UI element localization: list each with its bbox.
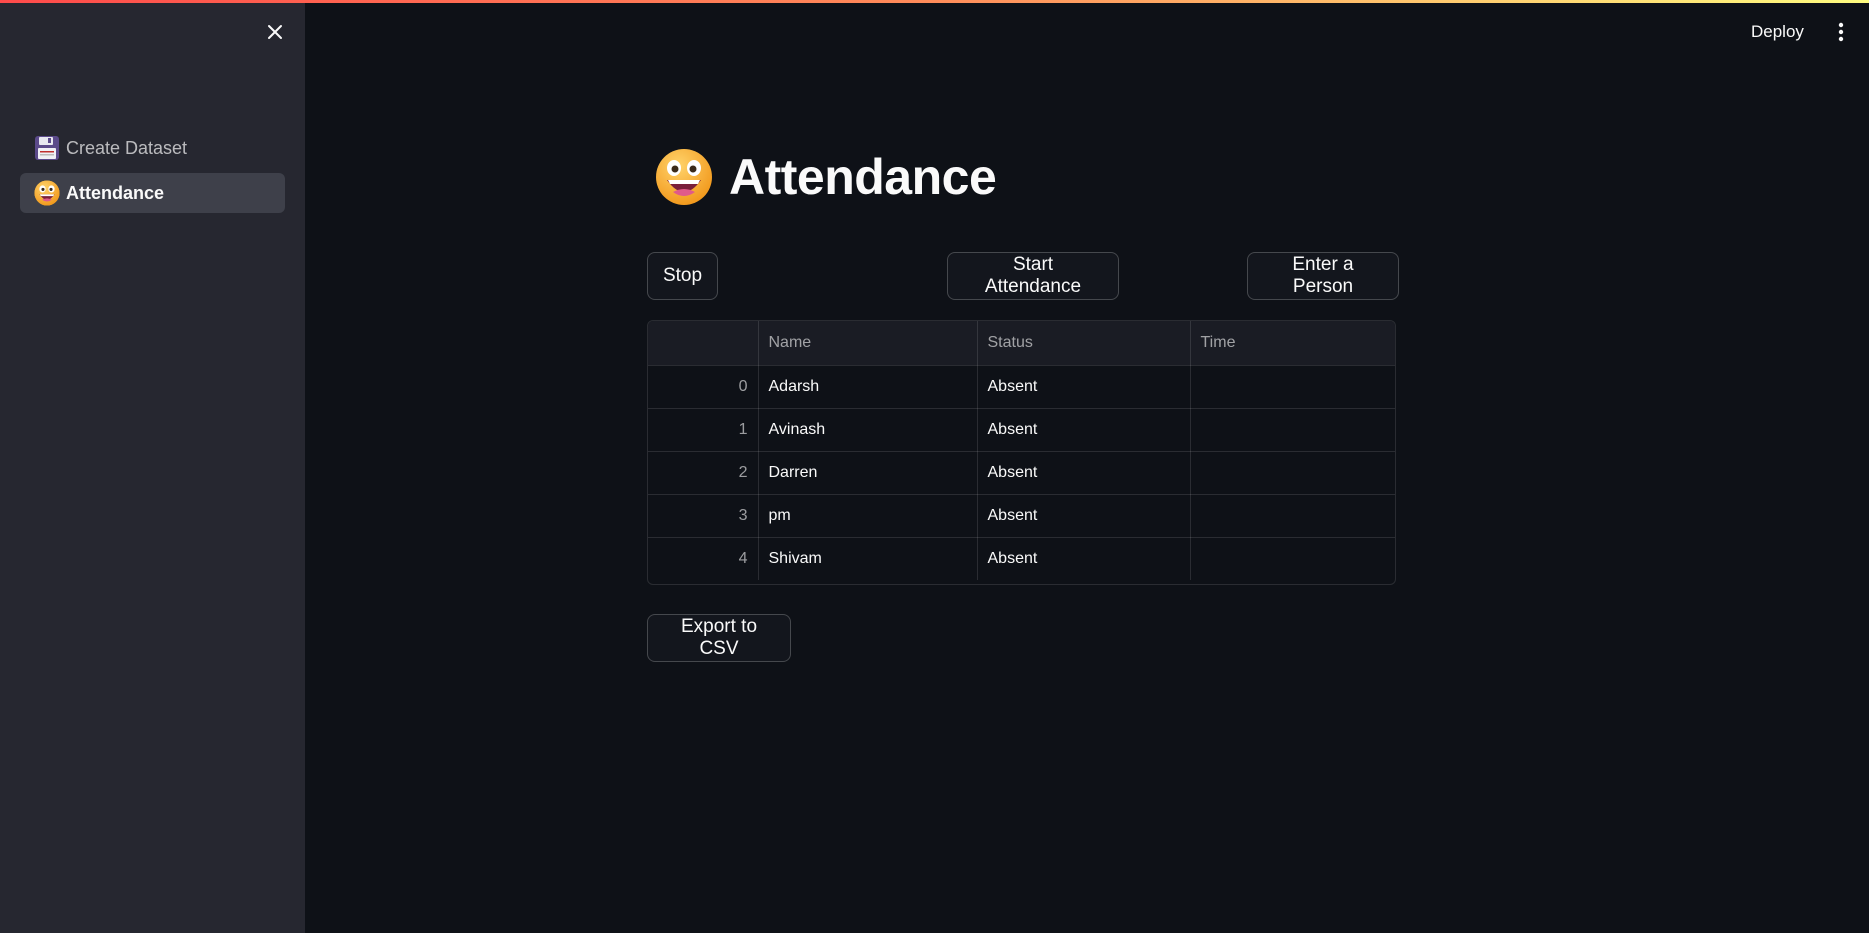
sidebar-nav: Create Dataset Attendance (20, 128, 285, 218)
sidebar-item-label: Attendance (66, 182, 165, 203)
page-title: Attendance (729, 149, 997, 205)
table-row[interactable]: 3 pm Absent (648, 494, 1395, 538)
title-row: Attendance (655, 148, 997, 206)
grinning-face-icon (655, 148, 713, 206)
stop-button[interactable]: Stop (647, 252, 718, 300)
column-header-status[interactable]: Status (977, 321, 1191, 366)
export-csv-button[interactable]: Export to CSV (647, 614, 791, 662)
table-row[interactable]: 1 Avinash Absent (648, 408, 1395, 452)
cell-time[interactable] (1190, 365, 1395, 409)
cell-status[interactable]: Absent (977, 365, 1191, 409)
sidebar: Create Dataset Attendance (0, 0, 305, 933)
cell-name[interactable]: Shivam (758, 537, 978, 580)
sidebar-item-label: Create Dataset (66, 137, 188, 158)
table-row[interactable]: 4 Shivam Absent (648, 537, 1395, 580)
close-sidebar-icon[interactable] (264, 21, 286, 43)
row-index: 1 (648, 408, 759, 452)
cell-time[interactable] (1190, 451, 1395, 495)
cell-name[interactable]: pm (758, 494, 978, 538)
table-row[interactable]: 0 Adarsh Absent (648, 365, 1395, 409)
column-header-index[interactable] (648, 321, 759, 366)
deploy-button[interactable]: Deploy (1745, 20, 1810, 44)
cell-status[interactable]: Absent (977, 451, 1191, 495)
table-row[interactable]: 2 Darren Absent (648, 451, 1395, 495)
vertical-ellipsis-icon[interactable] (1831, 20, 1851, 44)
grinning-face-icon (34, 180, 60, 206)
column-header-name[interactable]: Name (758, 321, 978, 366)
floppy-disk-icon (34, 135, 60, 161)
cell-name[interactable]: Adarsh (758, 365, 978, 409)
sidebar-item-create-dataset[interactable]: Create Dataset (20, 128, 285, 168)
cell-status[interactable]: Absent (977, 537, 1191, 580)
attendance-table[interactable]: Name Status Time 0 Adarsh Absent 1 Avina… (647, 320, 1396, 585)
row-index: 3 (648, 494, 759, 538)
cell-time[interactable] (1190, 494, 1395, 538)
row-index: 0 (648, 365, 759, 409)
cell-status[interactable]: Absent (977, 494, 1191, 538)
cell-status[interactable]: Absent (977, 408, 1191, 452)
cell-time[interactable] (1190, 408, 1395, 452)
top-accent-bar (0, 0, 1869, 3)
row-index: 2 (648, 451, 759, 495)
start-attendance-button[interactable]: Start Attendance (947, 252, 1119, 300)
enter-person-button[interactable]: Enter a Person (1247, 252, 1399, 300)
row-index: 4 (648, 537, 759, 580)
column-header-time[interactable]: Time (1190, 321, 1395, 366)
cell-time[interactable] (1190, 537, 1395, 580)
sidebar-item-attendance[interactable]: Attendance (20, 173, 285, 213)
cell-name[interactable]: Darren (758, 451, 978, 495)
cell-name[interactable]: Avinash (758, 408, 978, 452)
table-header-row: Name Status Time (648, 321, 1395, 366)
